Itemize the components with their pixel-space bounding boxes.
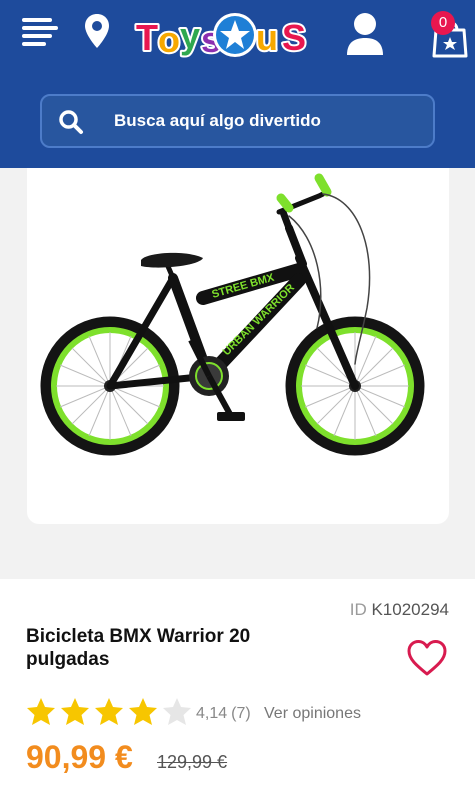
site-header: T o y s S u 0 Busca aquí algo divertido (0, 0, 475, 168)
toysrus-logo[interactable]: T o y s S u (134, 8, 324, 62)
star-filled-icon (27, 698, 55, 725)
old-price: 129,99 € (157, 752, 228, 772)
svg-text:S: S (282, 17, 306, 58)
heart-icon[interactable] (406, 639, 448, 677)
svg-text:T: T (136, 17, 158, 58)
hamburger-menu-icon[interactable] (22, 16, 58, 48)
product-id: ID K1020294 (350, 600, 449, 620)
rating-summary: 4,14 (7) (196, 705, 251, 723)
user-icon[interactable] (345, 12, 385, 56)
svg-text:o: o (158, 19, 180, 60)
star-filled-icon (61, 698, 89, 725)
search-box[interactable]: Busca aquí algo divertido (40, 94, 435, 148)
product-info-panel: ID K1020294 Bicicleta BMX Warrior 20 pul… (0, 579, 475, 799)
product-image-card[interactable]: STREE BMX URBAN WARRIOR (27, 168, 449, 524)
rating-value: 4,14 (196, 705, 228, 722)
svg-text:u: u (256, 17, 278, 58)
product-image[interactable]: STREE BMX URBAN WARRIOR (27, 168, 449, 524)
reviews-link[interactable]: Ver opiniones (264, 705, 361, 723)
star-filled-icon (129, 698, 157, 725)
product-id-label: ID (349, 600, 367, 619)
map-pin-icon[interactable] (84, 13, 110, 49)
product-title: Bicicleta BMX Warrior 20 pulgadas (26, 626, 251, 670)
rating-stars[interactable] (26, 696, 192, 726)
search-input[interactable]: Busca aquí algo divertido (114, 111, 321, 131)
current-price: 90,99 € (26, 739, 133, 775)
bike-frame (106, 224, 359, 390)
search-icon (59, 110, 83, 134)
star-empty-icon (163, 698, 191, 725)
bike-seat (141, 252, 203, 268)
cart-count-badge: 0 (431, 11, 455, 35)
product-id-value: K1020294 (371, 600, 449, 619)
svg-text:y: y (180, 15, 200, 56)
rating-count: (7) (231, 705, 251, 722)
star-filled-icon (95, 698, 123, 725)
